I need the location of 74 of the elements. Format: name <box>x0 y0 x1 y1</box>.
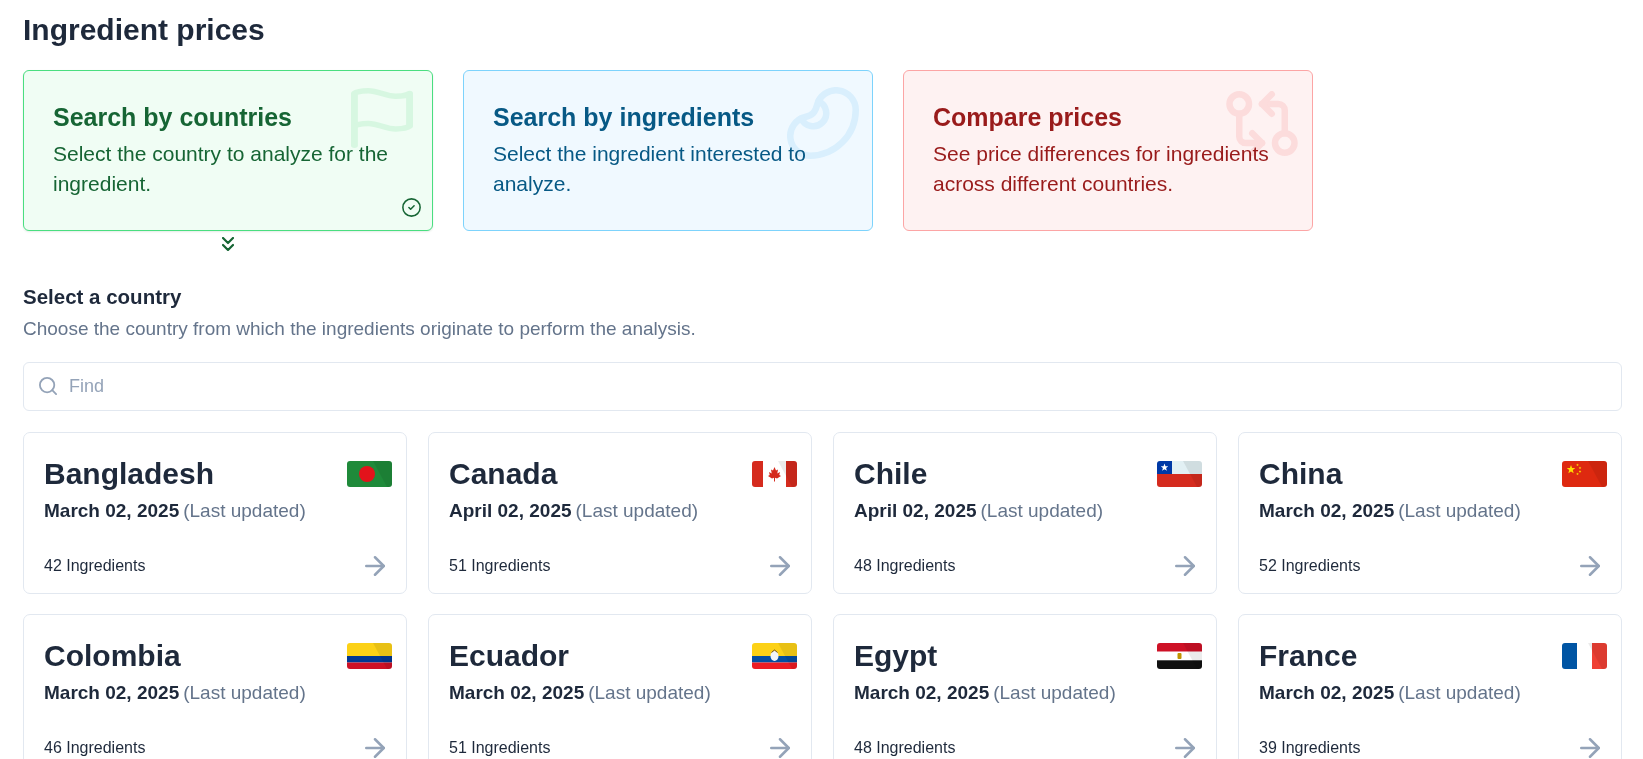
country-name: Ecuador <box>449 638 570 674</box>
double-chevron-down-icon <box>222 237 234 251</box>
country-name: Colombia <box>44 638 181 674</box>
country-card[interactable]: Bangladesh March 02, 2025 (Last updated) 42 Ingredients <box>23 432 407 594</box>
section-heading: Select a country <box>23 284 183 310</box>
ingredient-count: 51 Ingredients <box>449 738 551 758</box>
option-title: Compare prices <box>933 102 1123 132</box>
arrow-right-icon <box>1175 556 1195 576</box>
check-circle-icon <box>402 198 421 217</box>
option-title: Search by countries <box>53 102 293 132</box>
last-updated-label: (Last updated) <box>980 499 1104 523</box>
country-name: China <box>1259 456 1343 492</box>
ingredient-count: 42 Ingredients <box>44 556 146 576</box>
search-field[interactable]: Find <box>23 362 1622 411</box>
country-card[interactable]: Egypt March 02, 2025 (Last updated) 48 Ingredients <box>833 614 1217 759</box>
option-card[interactable]: Search by countries Select the country to analyze for the ingredient. <box>23 70 433 231</box>
country-card[interactable]: Chile April 02, 2025 (Last updated) 48 Ingredients <box>833 432 1217 594</box>
country-name: Bangladesh <box>44 456 215 492</box>
arrow-right-icon <box>1580 556 1600 576</box>
last-updated-label: (Last updated) <box>183 499 306 523</box>
arrow-right-icon <box>365 738 385 758</box>
country-name: Chile <box>854 456 928 492</box>
update-date: March 02, 2025 <box>1259 681 1395 705</box>
country-name: Egypt <box>854 638 938 674</box>
last-updated-label: (Last updated) <box>993 681 1116 705</box>
arrow-right-icon <box>1580 738 1600 758</box>
option-description: Select the ingredient interested to analyze. <box>493 141 807 197</box>
flag-icon <box>351 88 413 148</box>
flag-icon <box>1157 643 1202 669</box>
last-updated-label: (Last updated) <box>1398 681 1521 705</box>
flag-icon <box>347 643 392 669</box>
update-date: March 02, 2025 <box>854 681 990 705</box>
ingredient-count: 52 Ingredients <box>1259 556 1361 576</box>
page-title: Ingredient prices <box>23 12 266 48</box>
ingredient-count: 48 Ingredients <box>854 738 956 758</box>
update-date: March 02, 2025 <box>44 681 180 705</box>
update-date: March 02, 2025 <box>1259 499 1395 523</box>
last-updated-label: (Last updated) <box>1398 499 1521 523</box>
last-updated-label: (Last updated) <box>588 681 711 705</box>
update-date: March 02, 2025 <box>449 681 585 705</box>
update-date: April 02, 2025 <box>854 499 977 523</box>
option-card[interactable]: Compare prices See price differences for ingredients across different countries. <box>903 70 1313 231</box>
last-updated-label: (Last updated) <box>183 681 306 705</box>
flag-icon <box>1562 461 1607 487</box>
country-card[interactable]: France March 02, 2025 (Last updated) 39 Ingredients <box>1238 614 1622 759</box>
ingredient-count: 39 Ingredients <box>1259 738 1361 758</box>
flag-icon <box>1562 643 1607 669</box>
country-card[interactable]: Colombia March 02, 2025 (Last updated) 46 Ingredients <box>23 614 407 759</box>
flag-icon <box>752 461 797 487</box>
last-updated-label: (Last updated) <box>575 499 699 523</box>
ingredient-count: 51 Ingredients <box>449 556 551 576</box>
ingredient-count: 48 Ingredients <box>854 556 956 576</box>
search-icon <box>39 377 57 395</box>
bean-icon <box>787 87 859 159</box>
arrow-right-icon <box>770 738 790 758</box>
arrow-right-icon <box>770 556 790 576</box>
country-card[interactable]: China March 02, 2025 (Last updated) 52 Ingredients <box>1238 432 1622 594</box>
arrow-right-icon <box>1175 738 1195 758</box>
update-date: April 02, 2025 <box>449 499 572 523</box>
country-card[interactable]: Canada April 02, 2025 (Last updated) 51 Ingredients <box>428 432 812 594</box>
country-card[interactable]: Ecuador March 02, 2025 (Last updated) 51 Ingredients <box>428 614 812 759</box>
option-description: See price differences for ingredients across different countries. <box>933 141 1270 197</box>
update-date: March 02, 2025 <box>44 499 180 523</box>
flag-icon <box>1157 461 1202 487</box>
country-name: France <box>1259 638 1358 674</box>
flag-icon <box>347 461 392 487</box>
option-card[interactable]: Search by ingredients Select the ingredient interested to analyze. <box>463 70 873 231</box>
option-title: Search by ingredients <box>493 102 756 132</box>
flag-icon <box>752 643 797 669</box>
country-name: Canada <box>449 456 558 492</box>
ingredient-count: 46 Ingredients <box>44 738 146 758</box>
option-description: Select the country to analyze for the ingredient. <box>53 141 390 197</box>
section-description: Choose the country from which the ingredients originate to perform the analysis. <box>23 318 697 340</box>
arrow-right-icon <box>365 556 385 576</box>
